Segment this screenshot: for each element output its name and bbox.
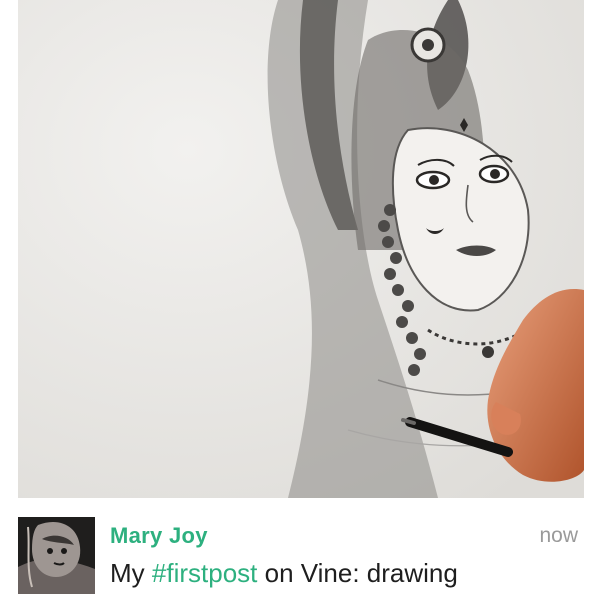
post-info-bar: Mary Joy now My #firstpost on Vine: draw… [0, 500, 600, 600]
post-timestamp: now [539, 524, 578, 547]
sketch-drawing-image [18, 0, 584, 498]
caption-prefix: My [110, 558, 152, 588]
vine-post: Mary Joy now My #firstpost on Vine: draw… [0, 0, 600, 600]
user-avatar[interactable] [18, 517, 95, 594]
caption-suffix: on Vine: drawing [257, 558, 458, 588]
avatar-thumbnail-icon [18, 517, 95, 594]
user-name[interactable]: Mary Joy [110, 523, 208, 549]
post-caption: My #firstpost on Vine: drawing [110, 558, 458, 589]
hashtag-link[interactable]: #firstpost [152, 558, 258, 588]
post-video[interactable] [18, 0, 584, 498]
